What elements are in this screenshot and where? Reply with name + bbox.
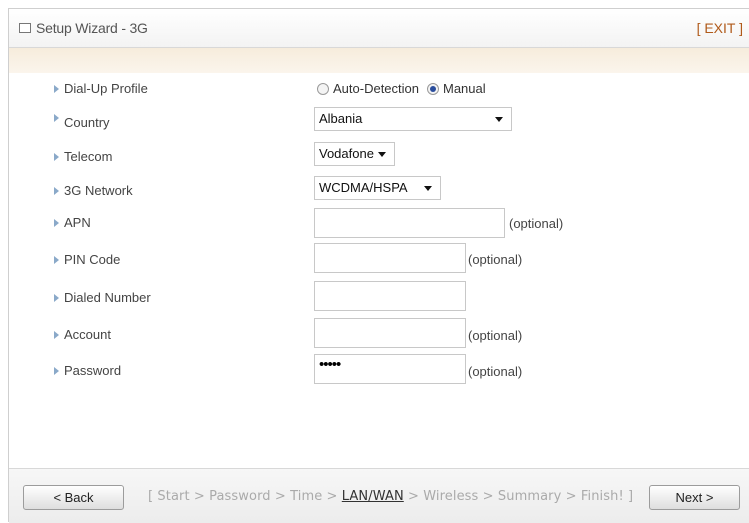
row-account: Account (optional)	[0, 318, 749, 348]
chevron-down-icon	[424, 186, 432, 191]
password-mask: •••••	[319, 356, 341, 373]
row-apn: APN (optional)	[0, 208, 749, 238]
manual-label[interactable]: Manual	[443, 81, 486, 96]
pin-optional-note: (optional)	[468, 252, 523, 267]
telecom-value: Vodafone	[319, 146, 374, 161]
network-label: 3G Network	[64, 183, 133, 198]
bullet-arrow-icon	[54, 331, 59, 339]
bullet-arrow-icon	[54, 256, 59, 264]
country-label: Country	[64, 115, 110, 130]
telecom-select[interactable]: Vodafone	[314, 142, 395, 166]
bullet-arrow-icon	[54, 187, 59, 195]
apn-optional-note: (optional)	[509, 216, 564, 231]
title-subbar	[9, 48, 749, 73]
auto-detection-label[interactable]: Auto-Detection	[333, 81, 419, 96]
network-select[interactable]: WCDMA/HSPA	[314, 176, 441, 200]
password-input[interactable]: •••••	[314, 354, 466, 384]
account-optional-note: (optional)	[468, 328, 523, 343]
bullet-arrow-icon	[54, 153, 59, 161]
chevron-down-icon	[495, 117, 503, 122]
country-select[interactable]: Albania	[314, 107, 512, 131]
bullet-arrow-icon	[54, 219, 59, 227]
country-value: Albania	[319, 111, 363, 126]
password-label: Password	[64, 363, 122, 378]
row-telecom: Telecom Vodafone	[0, 142, 749, 166]
steps-current[interactable]: LAN/WAN	[342, 489, 404, 504]
account-label: Account	[64, 327, 111, 342]
exit-link[interactable]: [ EXIT ]	[697, 20, 743, 36]
telecom-label: Telecom	[64, 149, 113, 164]
apn-label: APN	[64, 215, 91, 230]
row-password: Password ••••• (optional)	[0, 354, 749, 384]
bullet-arrow-icon	[54, 114, 59, 122]
password-optional-note: (optional)	[468, 364, 523, 379]
wizard-steps-breadcrumb: [ Start > Password > Time > LAN/WAN > Wi…	[148, 489, 633, 504]
bullet-arrow-icon	[54, 367, 59, 375]
account-input[interactable]	[314, 318, 466, 348]
chevron-down-icon	[378, 152, 386, 157]
pin-input[interactable]	[314, 243, 466, 273]
bullet-arrow-icon	[54, 85, 59, 93]
dialed-number-label: Dialed Number	[64, 290, 151, 305]
row-3g-network: 3G Network WCDMA/HSPA	[0, 176, 749, 200]
back-button[interactable]: < Back	[23, 485, 124, 510]
row-dialup-profile: Dial-Up Profile Auto-Detection Manual	[0, 78, 749, 102]
manual-radio[interactable]	[427, 83, 439, 95]
dialup-profile-label: Dial-Up Profile	[64, 81, 148, 96]
title-bar: Setup Wizard - 3G [ EXIT ]	[9, 9, 749, 48]
apn-input[interactable]	[314, 208, 505, 238]
network-value: WCDMA/HSPA	[319, 180, 408, 195]
next-button[interactable]: Next >	[649, 485, 740, 510]
row-dialed-number: Dialed Number	[0, 281, 749, 311]
auto-detection-radio[interactable]	[317, 83, 329, 95]
window-icon	[19, 23, 31, 33]
page-title: Setup Wizard - 3G	[36, 20, 148, 36]
steps-after: > Wireless > Summary > Finish! ]	[403, 489, 634, 504]
steps-before: [ Start > Password > Time >	[148, 489, 342, 504]
bullet-arrow-icon	[54, 294, 59, 302]
row-pin-code: PIN Code (optional)	[0, 243, 749, 273]
row-country: Country Albania	[0, 107, 749, 131]
dialed-number-input[interactable]	[314, 281, 466, 311]
pin-label: PIN Code	[64, 252, 121, 267]
